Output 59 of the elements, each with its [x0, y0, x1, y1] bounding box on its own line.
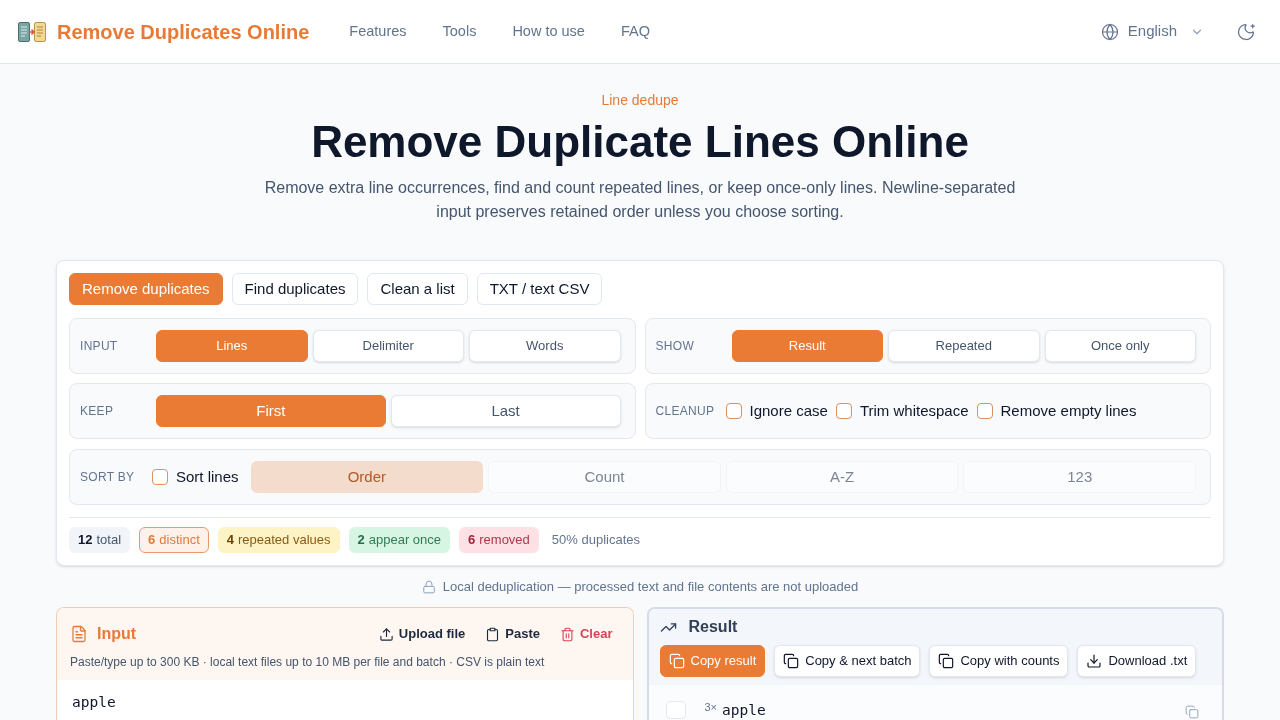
upload-file-button[interactable]: Upload file	[378, 624, 466, 644]
group-label: SORT BY	[80, 469, 136, 486]
checkbox[interactable]	[835, 403, 852, 419]
download-button[interactable]: Download .txt	[1077, 645, 1197, 677]
stat-chip: 6 distinct	[139, 527, 209, 553]
trash-icon	[559, 626, 575, 642]
duplicate-percentage-text: 50% duplicates	[550, 531, 641, 550]
panel-title: Input	[97, 624, 137, 644]
nav-link[interactable]: Tools	[442, 20, 477, 43]
documents-arrow-icon	[18, 21, 46, 42]
copy-icon	[783, 653, 800, 669]
stat-chip: 12 total	[69, 527, 131, 553]
group-label: SHOW	[655, 338, 696, 355]
clipboard-icon	[485, 626, 501, 642]
paste-button[interactable]: Paste	[485, 624, 540, 644]
stat-chip: 4 repeated values	[217, 527, 340, 553]
checkbox[interactable]	[725, 403, 742, 419]
row-checkbox[interactable]	[665, 701, 686, 719]
input-hint: Paste/type up to 300 KB · local text files up to 10 MB per file and batch · CSV is plain text	[70, 654, 546, 670]
stat-chip: 2 appear once	[348, 527, 450, 553]
nav-link[interactable]: Features	[349, 20, 407, 43]
nav-link[interactable]: How to use	[512, 20, 585, 43]
copy-button[interactable]: Copy & next batch	[774, 645, 921, 677]
mode-tab[interactable]: TXT / text CSV	[476, 273, 603, 305]
globe-icon	[1100, 22, 1119, 41]
checkbox-label[interactable]: Ignore case	[749, 399, 828, 423]
download-icon	[1086, 653, 1103, 669]
segment-option[interactable]: Repeated	[888, 330, 1040, 362]
privacy-note: Local deduplication — processed text and file contents are not uploaded	[442, 579, 859, 595]
result-line: apple	[722, 701, 766, 719]
page-subtitle: Remove extra line occurrences, find and count repeated lines, or keep once-only lines. Newline-separated input preserves retained order unless you choose sorting.	[263, 178, 1017, 222]
language-selector[interactable]: English	[1100, 20, 1204, 43]
moon-stars-icon[interactable]	[1236, 21, 1256, 42]
checkbox-label[interactable]: Remove empty lines	[1000, 399, 1137, 423]
segment-option[interactable]: Delimiter	[312, 330, 464, 362]
checkbox-label[interactable]: Trim whitespace	[859, 399, 969, 423]
group-label: CLEANUP	[655, 403, 716, 420]
occurrence-count: 3×	[704, 701, 718, 713]
copy-icon[interactable]	[1185, 705, 1199, 719]
eyebrow-text: Line dedupe	[600, 91, 680, 110]
page-title: Remove Duplicate Lines Online	[310, 118, 970, 166]
panel-title: Result	[688, 617, 738, 637]
segment-option[interactable]: Once only	[1044, 330, 1196, 362]
segment-option[interactable]: Words	[469, 330, 621, 362]
clear-button[interactable]: Clear	[559, 624, 613, 644]
upload-icon	[378, 626, 394, 642]
copy-icon	[668, 653, 685, 669]
segment-option[interactable]: Last	[390, 395, 621, 427]
document-icon	[70, 625, 88, 643]
mode-tab[interactable]: Find duplicates	[231, 273, 359, 305]
stat-chip: 6 removed	[459, 527, 539, 553]
copy-icon	[938, 653, 955, 669]
group-label: INPUT	[80, 338, 119, 355]
lock-icon	[421, 580, 436, 594]
nav-link[interactable]: FAQ	[620, 20, 650, 43]
checkbox[interactable]	[976, 403, 993, 419]
mode-tab[interactable]: Clean a list	[367, 273, 468, 305]
copy-button[interactable]: Copy with counts	[929, 645, 1069, 677]
group-label: KEEP	[80, 403, 115, 420]
